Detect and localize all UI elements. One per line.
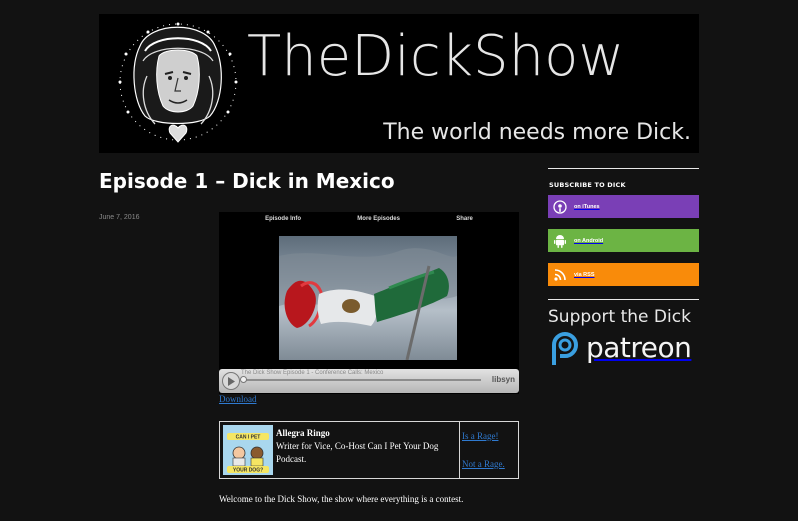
can-i-pet-your-dog-logo: CAN I PET YOUR DOG? — [223, 425, 273, 475]
guest-box-divider — [459, 422, 460, 478]
guest-bio: Writer for Vice, Co-Host Can I Pet Your … — [276, 441, 439, 464]
site-tagline: The world needs more Dick. — [383, 120, 691, 145]
player-nav: Episode Info More Episodes Share — [219, 212, 519, 226]
seek-bar[interactable] — [241, 379, 481, 381]
subscribe-rss-button[interactable]: via RSS — [548, 263, 699, 286]
episode-artwork — [279, 236, 457, 360]
player-tab-more-episodes[interactable]: More Episodes — [357, 212, 400, 226]
subscribe-android-button[interactable]: on Android — [548, 229, 699, 252]
subscribe-itunes-button[interactable]: on iTunes — [548, 195, 699, 218]
podcast-icon — [552, 199, 568, 215]
seek-handle[interactable] — [240, 376, 247, 383]
sidebar-divider-top — [548, 168, 699, 169]
player-tab-share[interactable]: Share — [456, 212, 473, 226]
svg-text:YOUR DOG?: YOUR DOG? — [233, 468, 263, 474]
guest-name: Allegra Ringo — [276, 428, 330, 438]
libsyn-logo[interactable]: libsyn — [492, 375, 515, 384]
post-date: June 7, 2016 — [99, 214, 140, 221]
download-link[interactable]: Download — [219, 394, 257, 404]
player-tab-episode-info[interactable]: Episode Info — [265, 212, 301, 226]
not-a-rage-link[interactable]: Not a Rage. — [462, 459, 505, 469]
player-controls: The Dick Show Episode 1 - Conference Cal… — [219, 369, 519, 393]
patreon-icon — [552, 332, 578, 365]
podcast-player: Episode Info More Episodes Share The Dic… — [219, 212, 519, 394]
support-heading: Support the Dick — [548, 307, 691, 327]
post-intro-text: Welcome to the Dick Show, the show where… — [219, 494, 464, 504]
subscribe-heading: SUBSCRIBE TO DICK — [549, 181, 626, 189]
guest-info: Allegra Ringo Writer for Vice, Co-Host C… — [276, 427, 458, 466]
sidebar-divider-bottom — [548, 299, 699, 300]
subscribe-android-label: on Android — [574, 237, 604, 244]
play-icon — [228, 376, 235, 386]
svg-text:CAN I PET: CAN I PET — [236, 435, 261, 441]
guest-podcast-art: CAN I PET YOUR DOG? — [223, 425, 273, 475]
play-button[interactable] — [222, 372, 240, 390]
post-title[interactable]: Episode 1 – Dick in Mexico — [99, 169, 395, 193]
is-a-rage-link[interactable]: Is a Rage! — [462, 431, 498, 441]
patreon-wordmark: patreon — [586, 330, 692, 364]
mexican-flag-image — [279, 248, 457, 360]
episode-caption: The Dick Show Episode 1 - Conference Cal… — [241, 370, 384, 376]
android-icon — [552, 233, 568, 249]
guest-rating-box: CAN I PET YOUR DOG? Allegra Ringo Writer… — [219, 421, 519, 479]
dick-portrait-logo — [118, 22, 238, 143]
site-title[interactable]: TheDickShow — [247, 24, 624, 89]
patreon-link[interactable]: patreon — [548, 328, 699, 366]
site-banner[interactable]: TheDickShow The world needs more Dick. — [99, 14, 699, 153]
rss-icon — [552, 267, 568, 283]
subscribe-rss-label: via RSS — [574, 271, 595, 278]
subscribe-itunes-label: on iTunes — [574, 203, 600, 210]
